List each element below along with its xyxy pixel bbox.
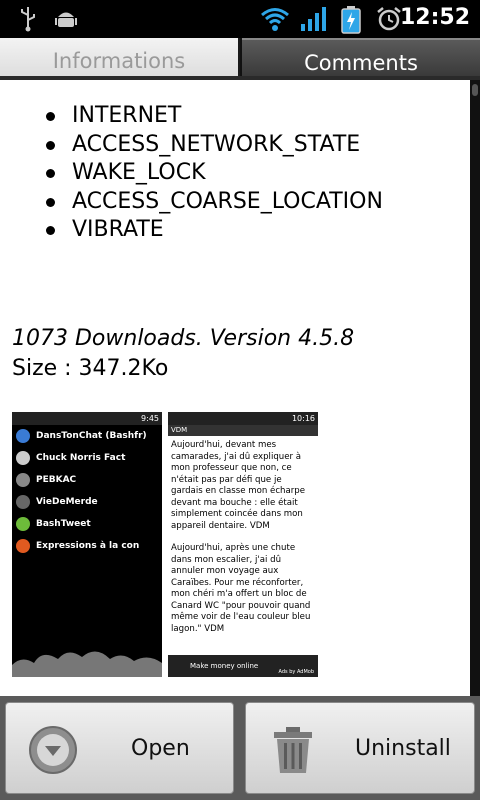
screenshot-status-bar: 9:45 (12, 412, 162, 425)
permission-item: WAKE_LOCK (42, 159, 383, 188)
story-text: Aujourd'hui, devant mes camarades, j'ai … (171, 440, 306, 531)
open-arrow-icon (29, 726, 77, 774)
ad-text: Make money online (190, 662, 259, 670)
app-entry-icon (16, 517, 30, 531)
uninstall-button[interactable]: Uninstall (245, 702, 475, 794)
app-entry-icon (16, 473, 30, 487)
screenshot-status-bar: 10:16 (168, 412, 318, 425)
app-entry: VieDeMerde (12, 491, 162, 513)
uninstall-button-label: Uninstall (355, 736, 451, 761)
signal-icon (301, 7, 326, 31)
app-entry-label: Chuck Norris Fact (36, 453, 126, 463)
app-entry: Chuck Norris Fact (12, 447, 162, 469)
app-entry-label: Expressions à la con (36, 541, 140, 551)
tab-comments[interactable]: Comments (242, 38, 480, 76)
battery-charging-icon (341, 6, 361, 34)
tab-informations[interactable]: Informations (0, 38, 240, 76)
app-entry-label: VieDeMerde (36, 497, 98, 507)
open-button[interactable]: Open (5, 702, 234, 794)
scrollbar[interactable] (470, 80, 480, 696)
permission-item: VIBRATE (42, 216, 383, 245)
app-entry: BashTweet (12, 513, 162, 535)
permissions-list: INTERNET ACCESS_NETWORK_STATE WAKE_LOCK … (42, 102, 383, 245)
size-text: Size : 347.2Ko (12, 356, 169, 381)
usb-icon (21, 7, 35, 32)
screenshot-title: VDM (168, 425, 318, 436)
app-entry: PEBKAC (12, 469, 162, 491)
app-entry-icon (16, 451, 30, 465)
permission-item: ACCESS_COARSE_LOCATION (42, 188, 383, 217)
app-entry: DansTonChat (Bashfr) (12, 425, 162, 447)
ad-credit: Ads by AdMob (278, 669, 314, 675)
wifi-icon (261, 8, 289, 31)
tab-bar: Informations Comments (0, 38, 480, 76)
screenshot-stories: Aujourd'hui, devant mes camarades, j'ai … (168, 436, 318, 655)
ad-banner: Make money online Ads by AdMob (168, 655, 318, 677)
scrollbar-thumb[interactable] (472, 84, 478, 96)
app-screenshot-2[interactable]: 10:16 VDM Aujourd'hui, devant mes camara… (168, 412, 318, 677)
trash-icon (274, 727, 312, 773)
app-entry-icon (16, 495, 30, 509)
status-clock: 12:52 (399, 5, 470, 30)
smoke-decoration (12, 651, 162, 677)
story-text: Aujourd'hui, après une chute dans mon es… (171, 543, 311, 634)
app-entry-icon (16, 429, 30, 443)
app-entry-label: PEBKAC (36, 475, 77, 485)
app-entry: Expressions à la con (12, 535, 162, 557)
status-bar: 12:52 (0, 0, 480, 38)
downloads-version-text: 1073 Downloads. Version 4.5.8 (12, 326, 355, 351)
app-entry-icon (16, 539, 30, 553)
app-entry-label: BashTweet (36, 519, 91, 529)
app-details-panel: INTERNET ACCESS_NETWORK_STATE WAKE_LOCK … (0, 80, 470, 696)
android-debug-icon (55, 12, 77, 27)
app-entry-label: DansTonChat (Bashfr) (36, 431, 147, 441)
permission-item: ACCESS_NETWORK_STATE (42, 131, 383, 160)
action-bar: Open Uninstall (0, 696, 480, 800)
app-screenshot-1[interactable]: 9:45 DansTonChat (Bashfr) Chuck Norris F… (12, 412, 162, 677)
permission-item: INTERNET (42, 102, 383, 131)
alarm-icon (377, 7, 401, 31)
open-button-label: Open (131, 736, 190, 761)
